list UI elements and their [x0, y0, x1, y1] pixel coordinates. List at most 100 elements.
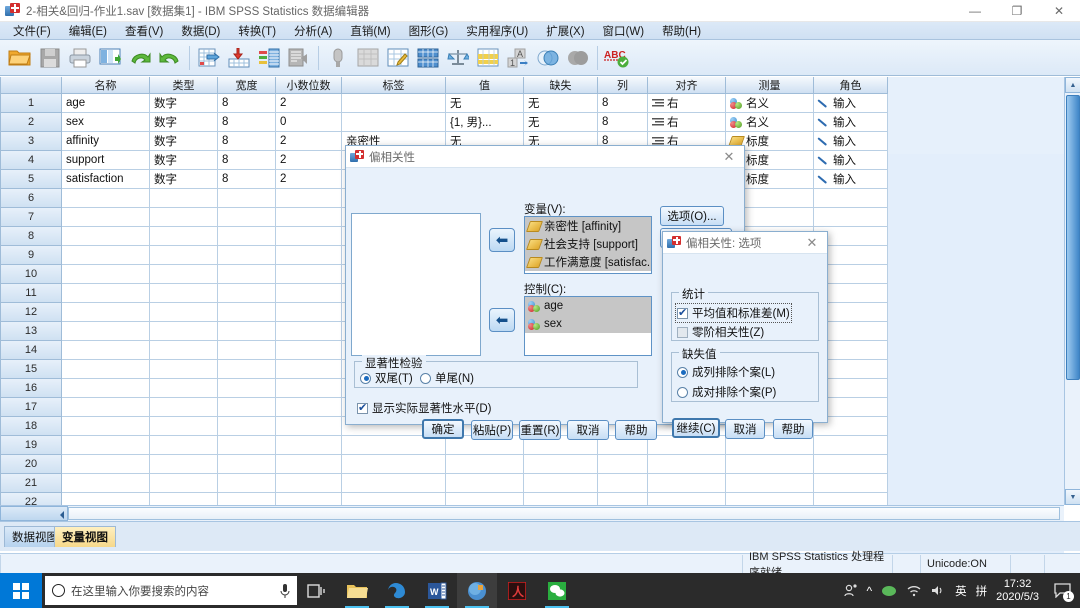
- row-header[interactable]: 10: [0, 265, 62, 284]
- cell-label[interactable]: [342, 474, 446, 493]
- cell-width[interactable]: [218, 341, 276, 360]
- cell-name[interactable]: support: [62, 151, 150, 170]
- cell-type[interactable]: [150, 246, 218, 265]
- col-header-columns[interactable]: 列: [598, 77, 648, 94]
- cell-name[interactable]: [62, 417, 150, 436]
- col-header-decimals[interactable]: 小数位数: [276, 77, 342, 94]
- cell-role[interactable]: 输入: [814, 113, 888, 132]
- row-header[interactable]: 12: [0, 303, 62, 322]
- cell-decimals[interactable]: [276, 303, 342, 322]
- row-header[interactable]: 19: [0, 436, 62, 455]
- cell-name[interactable]: [62, 246, 150, 265]
- cell-name[interactable]: [62, 227, 150, 246]
- reset-button[interactable]: 重置(R): [519, 420, 561, 440]
- move-to-variables-button[interactable]: ⬅: [489, 228, 515, 252]
- cell-name[interactable]: [62, 284, 150, 303]
- cell-role[interactable]: [814, 455, 888, 474]
- cell-align[interactable]: [648, 455, 726, 474]
- cell-decimals[interactable]: [276, 455, 342, 474]
- col-header-name[interactable]: 名称: [62, 77, 150, 94]
- cell-decimals[interactable]: [276, 189, 342, 208]
- cell-name[interactable]: [62, 303, 150, 322]
- variables-list-item[interactable]: 社会支持 [support]: [525, 235, 651, 253]
- value-labels-icon[interactable]: A1: [504, 43, 532, 73]
- spell-check-icon[interactable]: ABC: [603, 43, 631, 73]
- cell-name[interactable]: [62, 379, 150, 398]
- cell-type[interactable]: [150, 360, 218, 379]
- cell-decimals[interactable]: 2: [276, 151, 342, 170]
- move-to-control-button[interactable]: ⬅: [489, 308, 515, 332]
- cell-name[interactable]: [62, 341, 150, 360]
- ok-button[interactable]: 确定: [422, 419, 464, 439]
- scroll-left-arrow-icon[interactable]: [0, 506, 68, 521]
- row-header[interactable]: 9: [0, 246, 62, 265]
- variables-list-item[interactable]: 工作满意度 [satisfac...: [525, 253, 651, 271]
- microphone-icon[interactable]: [280, 583, 290, 599]
- cell-name[interactable]: [62, 208, 150, 227]
- cell-decimals[interactable]: 2: [276, 132, 342, 151]
- cell-decimals[interactable]: [276, 436, 342, 455]
- dialog-title-bar[interactable]: 偏相关性 ✕: [346, 146, 744, 168]
- word-icon[interactable]: W: [417, 573, 457, 608]
- minimize-button[interactable]: —: [954, 0, 996, 22]
- row-header[interactable]: 21: [0, 474, 62, 493]
- save-icon[interactable]: [36, 43, 64, 73]
- tab-variable-view[interactable]: 变量视图: [54, 526, 116, 547]
- cell-width[interactable]: [218, 189, 276, 208]
- cell-width[interactable]: [218, 455, 276, 474]
- cell-width[interactable]: [218, 227, 276, 246]
- menu-data[interactable]: 数据(D): [172, 22, 229, 40]
- cell-decimals[interactable]: 0: [276, 113, 342, 132]
- cell-width[interactable]: 8: [218, 170, 276, 189]
- cell-name[interactable]: [62, 322, 150, 341]
- row-header[interactable]: 5: [0, 170, 62, 189]
- options-button[interactable]: 选项(O)...: [660, 206, 724, 226]
- cell-decimals[interactable]: [276, 284, 342, 303]
- cell-decimals[interactable]: [276, 360, 342, 379]
- cell-measure[interactable]: 名义: [726, 94, 814, 113]
- checkbox-show-actual-significance[interactable]: 显示实际显著性水平(D): [357, 400, 491, 416]
- table-row[interactable]: 1 age 数字 8 2 无 无 8 右 名义 输入: [0, 94, 888, 113]
- cell-width[interactable]: [218, 246, 276, 265]
- cell-decimals[interactable]: [276, 417, 342, 436]
- options-cancel-button[interactable]: 取消: [725, 419, 765, 439]
- cell-type[interactable]: 数字: [150, 170, 218, 189]
- people-icon[interactable]: [843, 583, 858, 598]
- cell-type[interactable]: [150, 341, 218, 360]
- recall-dialogs-icon[interactable]: [96, 43, 124, 73]
- chevron-up-icon[interactable]: ^: [867, 584, 873, 598]
- cell-type[interactable]: [150, 189, 218, 208]
- cell-missing[interactable]: 无: [524, 94, 598, 113]
- variables-list-item[interactable]: 亲密性 [affinity]: [525, 217, 651, 235]
- cell-decimals[interactable]: [276, 474, 342, 493]
- radio-exclude-cases-listwise[interactable]: 成列排除个案(L): [677, 364, 775, 380]
- col-header-measure[interactable]: 测量: [726, 77, 814, 94]
- cell-name[interactable]: sex: [62, 113, 150, 132]
- cell-width[interactable]: [218, 398, 276, 417]
- control-list[interactable]: age sex: [524, 296, 652, 356]
- cell-name[interactable]: [62, 474, 150, 493]
- horizontal-scrollbar[interactable]: [0, 505, 1064, 521]
- cell-decimals[interactable]: 2: [276, 94, 342, 113]
- menu-window[interactable]: 窗口(W): [594, 22, 654, 40]
- cell-width[interactable]: [218, 208, 276, 227]
- menu-edit[interactable]: 编辑(E): [60, 22, 116, 40]
- cell-decimals[interactable]: [276, 398, 342, 417]
- cell-name[interactable]: [62, 398, 150, 417]
- cell-role[interactable]: [814, 189, 888, 208]
- col-header-missing[interactable]: 缺失: [524, 77, 598, 94]
- weight-cases-icon[interactable]: [444, 43, 472, 73]
- cell-width[interactable]: 8: [218, 113, 276, 132]
- cell-type[interactable]: [150, 398, 218, 417]
- maximize-button[interactable]: ❐: [996, 0, 1038, 22]
- cell-type[interactable]: [150, 474, 218, 493]
- task-view-icon[interactable]: [297, 573, 337, 608]
- insert-case-icon[interactable]: [354, 43, 382, 73]
- cell-type[interactable]: [150, 303, 218, 322]
- cell-missing[interactable]: 无: [524, 113, 598, 132]
- cell-columns[interactable]: 8: [598, 94, 648, 113]
- cell-role[interactable]: 输入: [814, 132, 888, 151]
- row-header[interactable]: 3: [0, 132, 62, 151]
- cell-type[interactable]: [150, 284, 218, 303]
- menu-view[interactable]: 查看(V): [116, 22, 172, 40]
